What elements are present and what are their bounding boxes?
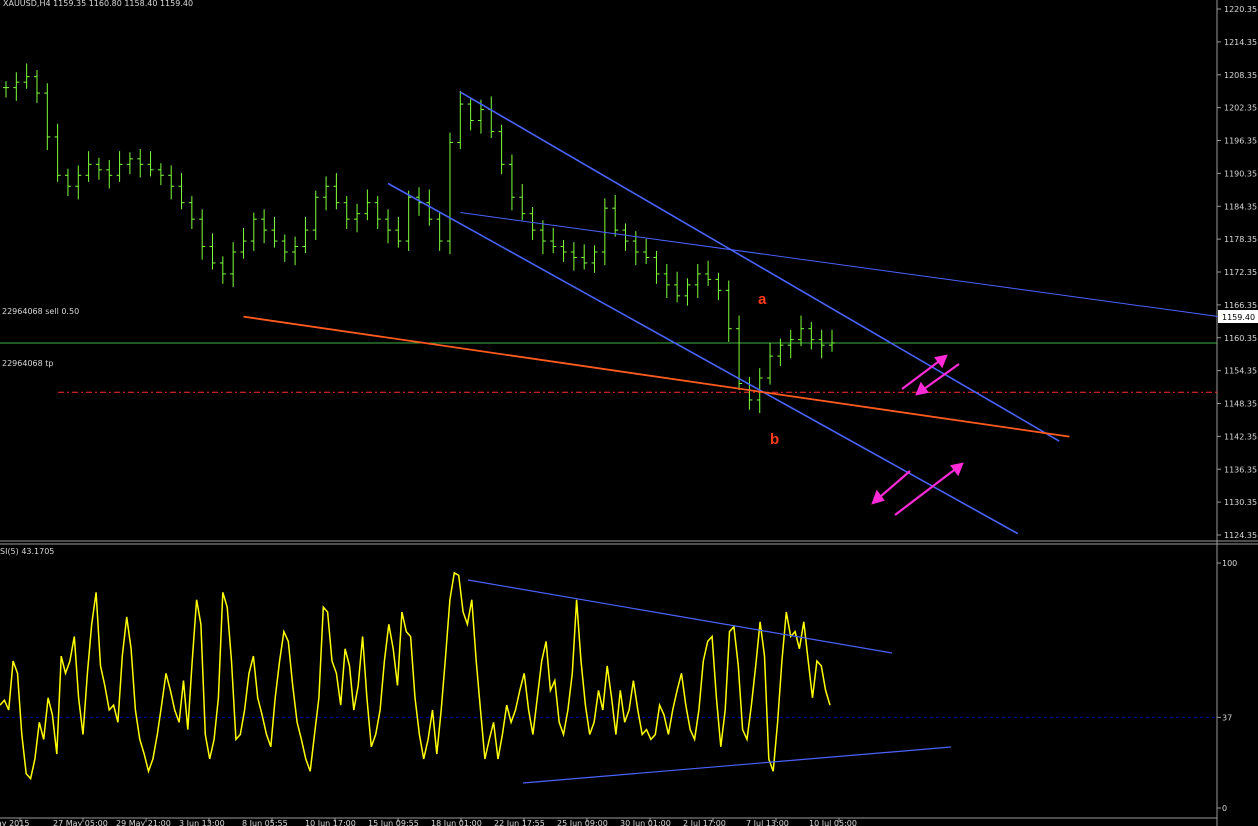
support-trend-line[interactable] [243,315,1070,438]
osc-tick-label: 37 [1222,713,1232,722]
price-tick-label: 1184.35 [1224,202,1257,211]
time-tick-label: 3 Jun 13:00 [179,819,225,826]
arrow-group-upper [901,354,960,396]
price-tick-label: 1142.35 [1224,432,1257,441]
price-axis: 1220.35 1214.35 1208.35 1202.35 1196.35 1190.… [1217,5,1257,540]
time-tick-label: 22 Jun 17:55 [494,819,545,826]
price-tick-label: 1220.35 [1224,5,1257,14]
price-tick-label: 1148.35 [1224,400,1257,409]
price-tick-label: 1214.35 [1224,38,1257,47]
oscillator-axis: 100 37 0 [1217,559,1237,813]
price-tick-label: 1136.35 [1224,465,1257,474]
annotation-b: b [770,431,779,448]
price-tick-label: 1208.35 [1224,71,1257,80]
price-tick-label: 1166.35 [1224,301,1257,310]
price-tick-label: 1154.35 [1224,367,1257,376]
price-tick-label: 1178.35 [1224,235,1257,244]
oscillator-header: SI(5) 43.1705 [0,547,54,556]
price-tick-label: 1160.35 [1224,334,1257,343]
time-tick-label: 10 Jun 17:00 [305,819,356,826]
price-tick-label: 1190.35 [1224,169,1257,178]
time-tick-label: 18 Jun 01:00 [431,819,482,826]
oscillator-line [0,571,831,781]
time-tick-label: 8 Jun 05:55 [242,819,288,826]
time-tick-label: 30 Jun 01:00 [620,819,671,826]
time-tick-label: 15 Jun 09:55 [368,819,419,826]
time-tick-label: 7 Jul 13:00 [746,819,789,826]
sell-order-label: 22964068 sell 0.50 [2,307,79,316]
arrow-group-lower [871,462,964,516]
osc-upper-trend-line[interactable] [467,579,893,654]
time-tick-label: May 2015 [0,819,29,826]
time-tick-label: 27 May 05:00 [53,819,108,826]
price-tick-label: 1124.35 [1224,531,1257,540]
tp-order-label: 22964068 tp [2,359,53,368]
annotation-a: a [758,291,767,308]
osc-tick-label: 100 [1222,559,1237,568]
price-tick-label: 1196.35 [1224,137,1257,146]
chart-canvas[interactable]: 1220.35 1214.35 1208.35 1202.35 1196.35 1190.… [0,0,1258,826]
symbol-header: XAUUSD,H4 1159.35 1160.80 1158.40 1159.4… [3,0,193,8]
current-price-label: 1159.40 [1222,313,1255,322]
price-tick-label: 1172.35 [1224,268,1257,277]
time-axis: May 2015 27 May 05:00 29 May 21:00 3 Jun 13… [0,818,857,826]
trading-chart-window: 1220.35 1214.35 1208.35 1202.35 1196.35 1190.… [0,0,1258,826]
time-tick-label: 25 Jun 09:00 [557,819,608,826]
osc-lower-trend-line[interactable] [522,746,952,784]
price-tick-label: 1130.35 [1224,498,1257,507]
time-tick-label: 2 Jul 17:00 [683,819,726,826]
price-tick-label: 1202.35 [1224,104,1257,113]
channel-lower-line[interactable] [387,182,1019,535]
osc-tick-label: 0 [1222,804,1227,813]
channel-mid-line[interactable] [460,212,1256,323]
time-tick-label: 29 May 21:00 [116,819,171,826]
time-tick-label: 10 Jul 05:00 [809,819,857,826]
